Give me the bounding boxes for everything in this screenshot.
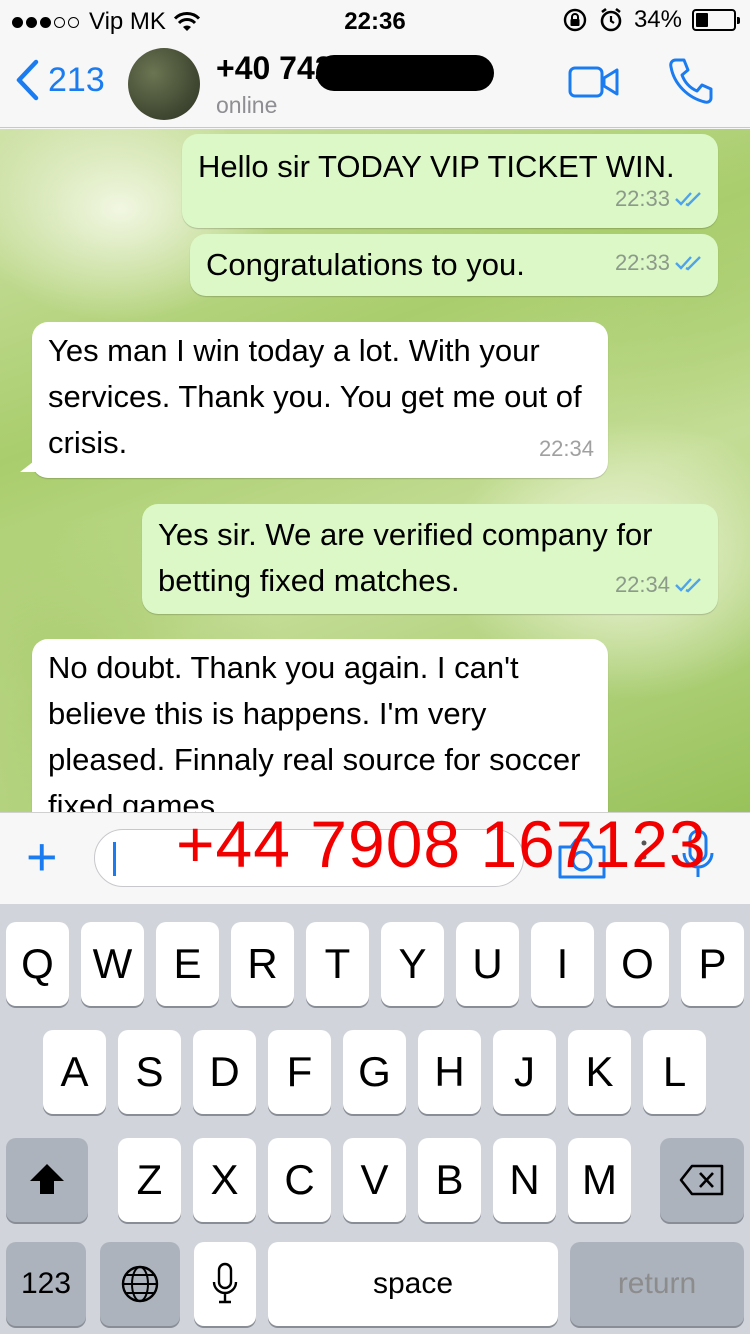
message-bubble-outgoing[interactable]: Yes sir. We are verified company for bet…	[142, 504, 718, 614]
key-z[interactable]: Z	[118, 1138, 181, 1222]
key-r[interactable]: R	[231, 922, 294, 1006]
message-text: Yes man I win today a lot. With your ser…	[48, 333, 582, 460]
contact-name[interactable]: +40 742	[216, 50, 333, 87]
chat-header: 213 +40 742 online	[0, 40, 750, 128]
key-t[interactable]: T	[306, 922, 369, 1006]
text-caret	[113, 842, 116, 876]
status-bar: Vip MK 22:36 34%	[0, 0, 750, 40]
message-text: Congratulations to you.	[206, 247, 525, 282]
key-k[interactable]: K	[568, 1030, 631, 1114]
message-time: 22:34	[538, 436, 594, 461]
key-v[interactable]: V	[343, 1138, 406, 1222]
plus-icon[interactable]: +	[26, 830, 58, 884]
shift-key[interactable]	[6, 1138, 88, 1222]
key-q[interactable]: Q	[6, 922, 69, 1006]
message-text: No doubt. Thank you again. I can't belie…	[48, 650, 581, 812]
message-time: 22:33	[614, 186, 670, 211]
key-n[interactable]: N	[493, 1138, 556, 1222]
read-receipt-icon	[675, 578, 701, 593]
keyboard: QWERTYUIOP ASDFGHJKL ZXCVBNM 123 space r…	[0, 904, 750, 1334]
space-key[interactable]: space	[268, 1242, 558, 1326]
key-u[interactable]: U	[456, 922, 519, 1006]
chevron-left-icon	[16, 59, 39, 101]
contact-status: online	[216, 92, 278, 118]
message-bubble-incoming[interactable]: Yes man I win today a lot. With your ser…	[20, 322, 608, 478]
key-m[interactable]: M	[568, 1138, 631, 1222]
delete-key[interactable]	[660, 1138, 744, 1222]
message-meta: 22:34	[615, 562, 704, 608]
key-b[interactable]: B	[418, 1138, 481, 1222]
message-text: Yes sir. We are verified company for bet…	[158, 517, 653, 598]
key-a[interactable]: A	[43, 1030, 106, 1114]
back-button[interactable]: 213	[14, 58, 105, 102]
message-time: 22:33	[614, 250, 670, 275]
battery-percent: 34%	[633, 6, 682, 33]
key-j[interactable]: J	[493, 1030, 556, 1114]
dictation-key[interactable]	[194, 1242, 256, 1326]
return-key[interactable]: return	[570, 1242, 744, 1326]
read-receipt-icon	[675, 256, 701, 271]
microphone-icon	[212, 1262, 238, 1304]
message-meta: 22:33	[615, 240, 704, 286]
key-y[interactable]: Y	[381, 922, 444, 1006]
phone-call-icon[interactable]	[666, 56, 714, 106]
battery-icon	[692, 9, 740, 31]
overlay-phone-number: +44 7908 167123	[176, 807, 707, 881]
message-meta: 22:33	[615, 176, 704, 222]
message-time: 22:34	[614, 572, 670, 597]
message-meta: 22:34	[539, 426, 594, 472]
key-f[interactable]: F	[268, 1030, 331, 1114]
unread-count: 213	[48, 60, 105, 99]
backspace-icon	[679, 1164, 724, 1196]
video-call-icon[interactable]	[568, 64, 620, 100]
rotation-lock-icon	[563, 8, 587, 32]
avatar[interactable]	[128, 48, 200, 120]
read-receipt-icon	[675, 192, 701, 207]
shift-icon	[30, 1164, 64, 1194]
message-bubble-outgoing[interactable]: Congratulations to you. 22:33	[190, 234, 718, 296]
key-l[interactable]: L	[643, 1030, 706, 1114]
key-s[interactable]: S	[118, 1030, 181, 1114]
globe-key[interactable]	[100, 1242, 180, 1326]
key-c[interactable]: C	[268, 1138, 331, 1222]
message-list[interactable]: Hello sir TODAY VIP TICKET WIN. 22:33 Co…	[0, 129, 750, 812]
key-o[interactable]: O	[606, 922, 669, 1006]
key-x[interactable]: X	[193, 1138, 256, 1222]
key-w[interactable]: W	[81, 922, 144, 1006]
key-d[interactable]: D	[193, 1030, 256, 1114]
alarm-icon	[600, 7, 622, 32]
key-g[interactable]: G	[343, 1030, 406, 1114]
key-i[interactable]: I	[531, 922, 594, 1006]
key-p[interactable]: P	[681, 922, 744, 1006]
redaction-bar	[316, 55, 494, 91]
message-text: Hello sir TODAY VIP TICKET WIN.	[198, 149, 675, 184]
key-h[interactable]: H	[418, 1030, 481, 1114]
globe-icon	[121, 1265, 159, 1303]
message-bubble-outgoing[interactable]: Hello sir TODAY VIP TICKET WIN. 22:33	[182, 134, 718, 228]
numbers-key[interactable]: 123	[6, 1242, 86, 1326]
status-right: 34%	[562, 6, 740, 34]
key-e[interactable]: E	[156, 922, 219, 1006]
message-bubble-incoming[interactable]: No doubt. Thank you again. I can't belie…	[32, 639, 608, 812]
